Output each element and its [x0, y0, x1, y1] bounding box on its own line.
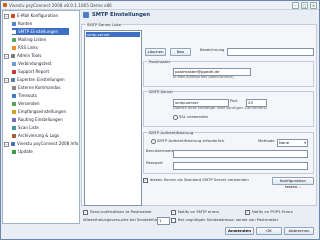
- close-icon[interactable]: ×: [310, 2, 317, 9]
- tree-item-konten[interactable]: Konten: [12, 20, 32, 27]
- mailing-list-icon: [12, 38, 16, 42]
- description-field[interactable]: [227, 48, 314, 56]
- notify-smtp-checkbox[interactable]: ✓: [171, 209, 176, 215]
- tree-item-timeouts[interactable]: Timeouts: [12, 92, 37, 99]
- window-controls: – □ ×: [292, 2, 317, 9]
- tree-item-scan-list[interactable]: Scan Liste: [12, 124, 39, 131]
- method-label: Methode: [258, 138, 275, 143]
- ssl-option[interactable]: SSL verwenden: [173, 114, 208, 120]
- new-button[interactable]: Neu: [170, 48, 191, 56]
- app-window: Vivestu psyConnect 2008 v8.0.1.1065 Demo…: [0, 0, 320, 240]
- archive-icon: [12, 134, 16, 138]
- connection-test-icon: [12, 62, 16, 66]
- username-field[interactable]: [173, 150, 308, 158]
- tree-item-connection-test[interactable]: Verbindungstest: [12, 60, 51, 67]
- collapse-icon[interactable]: −: [4, 141, 9, 147]
- admin-tools-icon: [11, 54, 15, 58]
- unknown-recipient-checkbox[interactable]: [171, 217, 176, 223]
- default-server-option[interactable]: ✓ diesen Server als Standard SMTP Server …: [143, 177, 249, 183]
- tree-item-expert-settings[interactable]: − Experten Einstellungen: [4, 76, 65, 83]
- smtp-server-legend: SMTP-Server: [148, 89, 175, 94]
- timeouts-icon: [12, 94, 16, 98]
- smtp-icon: [12, 30, 16, 34]
- config-test-button[interactable]: Konfiguration testen...: [272, 177, 314, 189]
- smtp-auth-legend: SMTP Authentifizierung: [148, 130, 195, 135]
- collapse-icon[interactable]: −: [4, 77, 9, 83]
- tree-item-email-config[interactable]: − E-Mail Konfiguration: [4, 12, 58, 19]
- title-bar: Vivestu psyConnect 2008 v8.0.1.1065 Demo…: [1, 1, 319, 10]
- ssl-radio[interactable]: [173, 114, 178, 120]
- email-config-icon: [11, 14, 15, 18]
- minimize-icon[interactable]: –: [292, 2, 299, 9]
- auth-required-radio[interactable]: [151, 138, 156, 144]
- update-icon: [12, 150, 16, 154]
- cancel-button[interactable]: Abbrechen: [284, 227, 314, 235]
- send-notifications-checkbox[interactable]: ✓: [83, 209, 88, 215]
- password-label: Passwort: [146, 160, 163, 165]
- server-listbox[interactable]: smtp.server: [84, 30, 142, 206]
- delete-button[interactable]: Löschen: [145, 48, 166, 56]
- support-report-icon: [12, 70, 16, 74]
- notify-smtp-option[interactable]: ✓ Notify on SMTP errors: [171, 209, 219, 215]
- postmaster-hint: (E-Mail Adresse des Administrator): [173, 75, 234, 79]
- method-select[interactable]: None ▾: [277, 139, 308, 147]
- send-notifications-option[interactable]: ✓ Send-notifications to Postmaster: [83, 209, 152, 215]
- ok-button[interactable]: OK: [256, 227, 282, 235]
- unknown-recipient-option[interactable]: Bei ungültigen Sendeadresse, sende von P…: [171, 217, 278, 223]
- expert-settings-icon: [11, 78, 15, 82]
- tree-item-external-commands[interactable]: Externe Kommandos: [12, 84, 60, 91]
- retry-field[interactable]: 1: [157, 217, 170, 225]
- tree-item-archiving-logs[interactable]: Archivierung & Logs: [12, 132, 59, 139]
- scan-list-icon: [12, 126, 16, 130]
- tree-item-smtp-settings[interactable]: SMTP Einstellungen: [12, 28, 69, 35]
- tree-item-update[interactable]: Update: [12, 148, 33, 155]
- window-title: Vivestu psyConnect 2008 v8.0.1.1065 Demo…: [9, 2, 112, 8]
- send-icon: [12, 102, 16, 106]
- tree-item-support-report[interactable]: Support Report: [12, 68, 49, 75]
- tree-item-routing-settings[interactable]: Routing Einstellungen: [12, 116, 63, 123]
- smtp-settings-icon: [83, 12, 89, 18]
- port-label: Port: [230, 98, 238, 103]
- list-item[interactable]: smtp.server: [86, 32, 140, 37]
- tree-item-mailing-lists[interactable]: Mailing Listen: [12, 36, 46, 43]
- server-list-legend: SMTP Server Liste: [86, 22, 123, 27]
- tree-item-info[interactable]: − Vivestu psyConnect 2008 Info: [4, 140, 78, 147]
- method-value: None: [279, 140, 290, 145]
- chevron-down-icon: ▾: [304, 141, 306, 145]
- notify-pop3-option[interactable]: ✓ Notify on POP3 Errors: [245, 209, 293, 215]
- info-icon: [11, 142, 15, 146]
- apply-button[interactable]: Anwenden: [225, 227, 254, 235]
- tree-item-rss-links[interactable]: RSS Links: [12, 44, 38, 51]
- collapse-icon[interactable]: −: [4, 13, 9, 19]
- postmaster-legend: Postmaster: [148, 59, 172, 64]
- routing-icon: [12, 118, 16, 122]
- panel-header: SMTP Einstellungen: [83, 10, 313, 20]
- retry-label: Wiederholungsversuche bei Sendefehler: [83, 217, 160, 222]
- page-title: SMTP Einstellungen: [92, 12, 151, 18]
- navigation-tree: − E-Mail Konfiguration Konten SMTP Einste…: [2, 10, 80, 224]
- tree-item-send[interactable]: Versenden: [12, 100, 40, 107]
- description-label: Bezeichnung: [200, 47, 225, 52]
- server-hint: (Namen Ihres Exchange- oder sonstigen Zi…: [173, 106, 267, 110]
- username-label: Benutzername: [146, 148, 174, 153]
- auth-required-option[interactable]: SMTP Authentifizierung erforderlich: [151, 138, 224, 144]
- external-commands-icon: [12, 86, 16, 90]
- notify-pop3-checkbox[interactable]: ✓: [245, 209, 250, 215]
- receive-icon: [12, 110, 16, 114]
- maximize-icon[interactable]: □: [301, 2, 308, 9]
- password-field[interactable]: [173, 162, 308, 170]
- app-icon: [3, 2, 7, 7]
- accounts-icon: [12, 22, 16, 26]
- collapse-icon[interactable]: −: [4, 53, 9, 59]
- default-server-checkbox[interactable]: ✓: [143, 177, 148, 183]
- tree-item-admin-tools[interactable]: − Admin Tools: [4, 52, 41, 59]
- rss-icon: [12, 46, 16, 50]
- tree-item-receive-settings[interactable]: Empfangseinstellungen: [12, 108, 66, 115]
